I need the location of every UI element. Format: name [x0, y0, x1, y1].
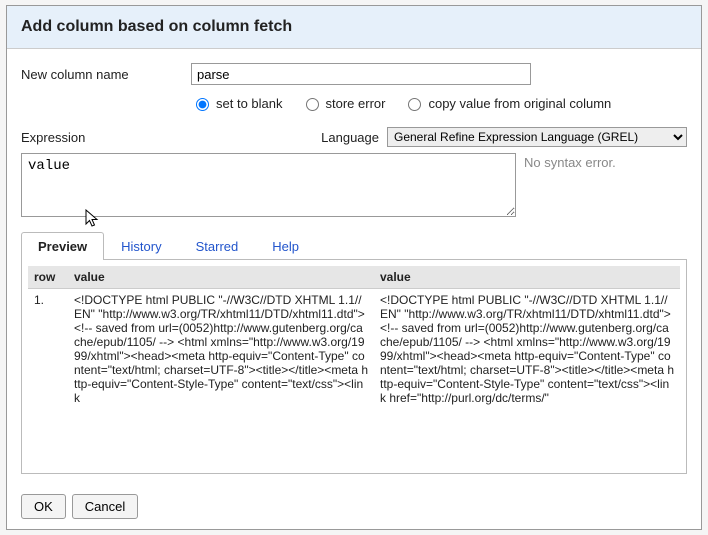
- new-column-name-label: New column name: [21, 67, 191, 82]
- preview-header-value2: value: [374, 266, 680, 289]
- preview-header-row: row value value: [28, 266, 680, 289]
- dialog-buttons: OK Cancel: [7, 484, 701, 529]
- radio-set-to-blank-input[interactable]: [196, 98, 209, 111]
- syntax-status: No syntax error.: [524, 153, 687, 217]
- preview-header-value1: value: [68, 266, 374, 289]
- expression-label: Expression: [21, 130, 85, 145]
- radio-set-to-blank-label: set to blank: [216, 96, 283, 111]
- dialog-title: Add column based on column fetch: [7, 6, 701, 49]
- preview-table: row value value 1. <!DOCTYPE html PUBLIC…: [28, 266, 680, 409]
- radio-copy-value[interactable]: copy value from original column: [403, 95, 611, 111]
- preview-tabs: Preview History Starred Help: [21, 231, 687, 260]
- preview-header-row-col: row: [28, 266, 68, 289]
- radio-copy-value-label: copy value from original column: [428, 96, 611, 111]
- table-row: 1. <!DOCTYPE html PUBLIC "-//W3C//DTD XH…: [28, 289, 680, 410]
- preview-panel: row value value 1. <!DOCTYPE html PUBLIC…: [21, 260, 687, 474]
- language-label: Language: [321, 130, 379, 145]
- preview-scroll[interactable]: row value value 1. <!DOCTYPE html PUBLIC…: [28, 266, 680, 467]
- radio-store-error-label: store error: [326, 96, 386, 111]
- expression-row: No syntax error.: [21, 153, 687, 217]
- tab-history[interactable]: History: [104, 232, 178, 260]
- radio-copy-value-input[interactable]: [408, 98, 421, 111]
- add-column-dialog: Add column based on column fetch New col…: [6, 5, 702, 530]
- expression-textarea[interactable]: [21, 153, 516, 217]
- preview-cell-value1: <!DOCTYPE html PUBLIC "-//W3C//DTD XHTML…: [68, 289, 374, 410]
- tab-starred[interactable]: Starred: [179, 232, 256, 260]
- cancel-button[interactable]: Cancel: [72, 494, 138, 519]
- on-error-radio-group: set to blank store error copy value from…: [191, 95, 687, 111]
- tab-preview[interactable]: Preview: [21, 232, 104, 260]
- tab-help[interactable]: Help: [255, 232, 316, 260]
- dialog-body: New column name set to blank store error…: [7, 49, 701, 484]
- language-select[interactable]: General Refine Expression Language (GREL…: [387, 127, 687, 147]
- radio-set-to-blank[interactable]: set to blank: [191, 95, 283, 111]
- preview-cell-rownum: 1.: [28, 289, 68, 410]
- radio-store-error-input[interactable]: [306, 98, 319, 111]
- ok-button[interactable]: OK: [21, 494, 66, 519]
- radio-store-error[interactable]: store error: [301, 95, 386, 111]
- new-column-name-input[interactable]: [191, 63, 531, 85]
- preview-cell-value2: <!DOCTYPE html PUBLIC "-//W3C//DTD XHTML…: [374, 289, 680, 410]
- name-row: New column name: [21, 63, 687, 85]
- expression-header-row: Expression Language General Refine Expre…: [21, 127, 687, 147]
